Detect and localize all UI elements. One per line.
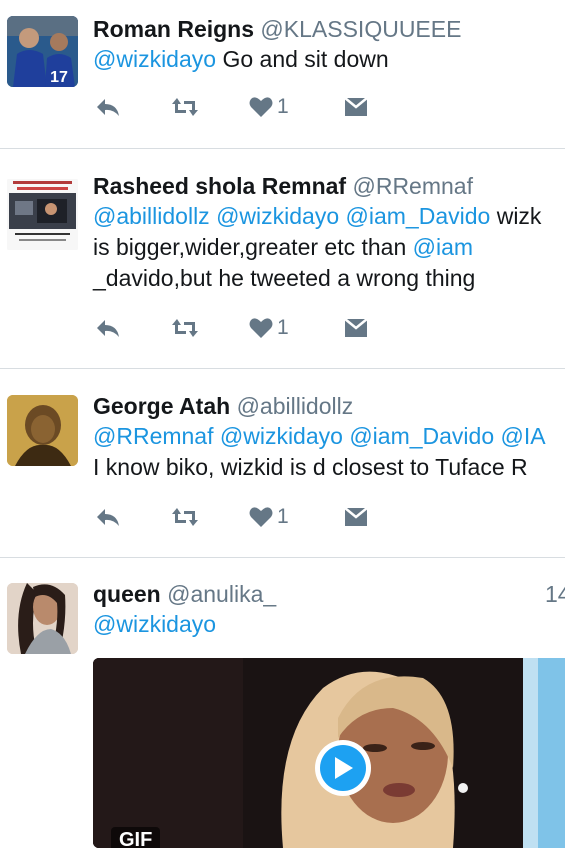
- retweet-button[interactable]: [171, 313, 199, 343]
- reply-icon: [97, 509, 119, 526]
- reply-icon: [97, 320, 119, 337]
- like-count: 1: [277, 95, 289, 118]
- mention-link[interactable]: @RRemnaf @wizkidayo @iam_Davido @IA: [93, 421, 565, 452]
- reply-icon: [97, 99, 119, 116]
- heart-icon: [249, 507, 273, 527]
- mention-link[interactable]: @abillidollz @wizkidayo @iam_Davido: [93, 203, 490, 229]
- retweet-icon: [172, 508, 198, 526]
- retweet-button[interactable]: [171, 92, 199, 122]
- direct-message-button[interactable]: [344, 502, 368, 532]
- play-icon: [335, 757, 353, 779]
- display-name[interactable]: George Atah: [93, 393, 230, 419]
- direct-message-icon: [344, 507, 368, 526]
- like-count: 1: [277, 505, 289, 528]
- retweet-button[interactable]: [171, 502, 199, 532]
- tweet[interactable]: Rasheed shola Remnaf @RRemnaf @abillidol…: [0, 149, 565, 368]
- tweet-header: Roman Reigns @KLASSIQUUEEE: [93, 14, 565, 44]
- display-name[interactable]: Rasheed shola Remnaf: [93, 173, 346, 199]
- like-button[interactable]: 1: [249, 92, 289, 122]
- heart-icon: [249, 318, 273, 338]
- avatar[interactable]: [7, 395, 78, 466]
- reply-button[interactable]: [95, 313, 121, 343]
- direct-message-icon: [344, 97, 368, 116]
- tweet[interactable]: George Atah @abillidollz @RRemnaf @wizki…: [0, 369, 565, 557]
- username[interactable]: @abillidollz: [237, 393, 354, 419]
- gif-media[interactable]: GIF: [93, 658, 565, 848]
- like-count: 1: [277, 316, 289, 339]
- tweet-header: Rasheed shola Remnaf @RRemnaf: [93, 171, 565, 201]
- direct-message-button[interactable]: [344, 313, 368, 343]
- reply-button[interactable]: [95, 502, 121, 532]
- mention-link[interactable]: @wizkidayo: [93, 46, 216, 72]
- retweet-icon: [172, 98, 198, 116]
- tweet-text: @wizkidayo: [93, 609, 565, 640]
- username[interactable]: @KLASSIQUUEEE: [260, 16, 461, 42]
- tweet-text-content: I know biko, wizkid is d closest to Tufa…: [93, 454, 528, 480]
- svg-text:17: 17: [50, 69, 68, 86]
- display-name[interactable]: Roman Reigns: [93, 16, 254, 42]
- tweet-text-content: _davido,but he tweeted a wrong thing: [93, 265, 476, 291]
- heart-icon: [249, 97, 273, 117]
- like-button[interactable]: 1: [249, 502, 289, 532]
- tweet-header: George Atah @abillidollz: [93, 391, 565, 421]
- mention-link[interactable]: @wizkidayo: [93, 611, 216, 637]
- reply-button[interactable]: [95, 92, 121, 122]
- tweet-text-content: Go and sit down: [216, 46, 389, 72]
- tweet-header: queen @anulika_: [93, 579, 565, 609]
- tweet-actions: 1: [93, 502, 393, 532]
- tweet-text: @abillidollz @wizkidayo @iam_Davido wizk…: [93, 201, 565, 294]
- retweet-icon: [172, 319, 198, 337]
- avatar[interactable]: [7, 179, 78, 250]
- tweet-text: @RRemnaf @wizkidayo @iam_Davido @IA I kn…: [93, 421, 565, 483]
- tweet-text-content: wizk: [490, 203, 542, 229]
- tweet[interactable]: 17 Roman Reigns @KLASSIQUUEEE @wizkidayo…: [0, 0, 565, 148]
- play-button[interactable]: [315, 740, 371, 796]
- tweet-text: @wizkidayo Go and sit down: [93, 44, 565, 75]
- tweet-actions: 1: [93, 92, 393, 122]
- username[interactable]: @anulika_: [167, 581, 276, 607]
- direct-message-button[interactable]: [344, 92, 368, 122]
- tweet-actions: 1: [93, 313, 393, 343]
- gif-badge: GIF: [111, 827, 161, 848]
- direct-message-icon: [344, 318, 368, 337]
- avatar[interactable]: [7, 583, 78, 654]
- like-button[interactable]: 1: [249, 313, 289, 343]
- timestamp: 14: [545, 581, 565, 607]
- tweet-text-content: is bigger,wider,greater etc than: [93, 234, 413, 260]
- username[interactable]: @RRemnaf: [352, 173, 473, 199]
- avatar[interactable]: 17: [7, 16, 78, 87]
- mention-link[interactable]: @iam: [413, 234, 473, 260]
- display-name[interactable]: queen: [93, 581, 161, 607]
